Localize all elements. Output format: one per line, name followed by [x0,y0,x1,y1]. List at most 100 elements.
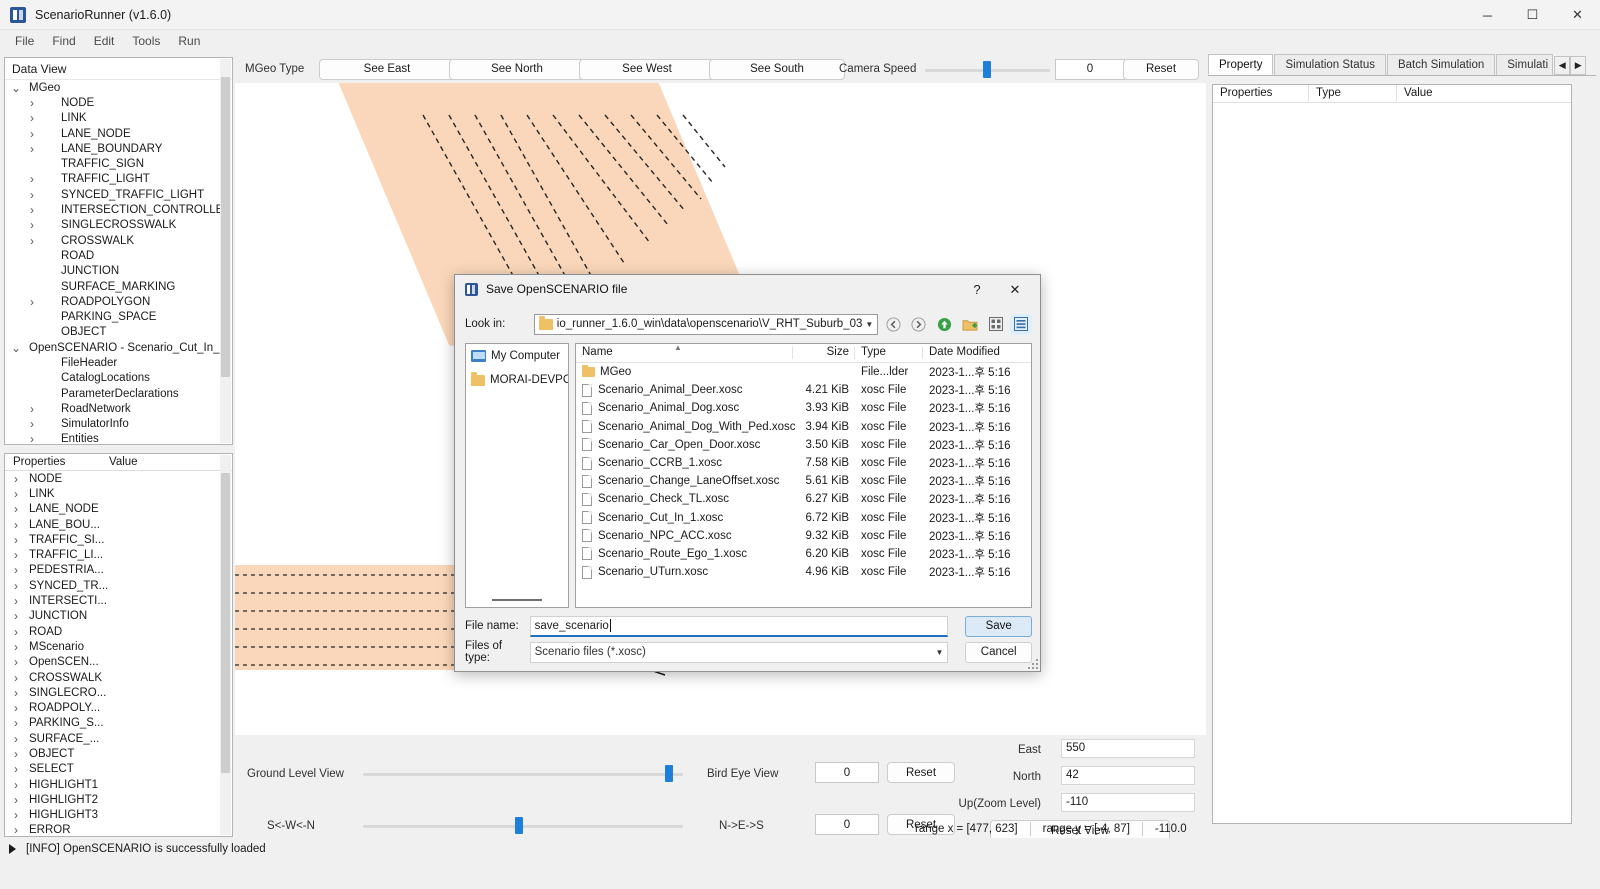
list-view-icon[interactable] [985,314,1007,335]
chevron-right-icon[interactable]: › [25,295,39,309]
chevron-right-icon[interactable]: › [9,640,23,654]
camera-speed-reset-button[interactable]: Reset [1123,59,1199,80]
new-folder-icon[interactable] [959,314,981,335]
chevron-right-icon[interactable]: › [9,686,23,700]
file-name-input[interactable]: save_scenario [530,616,949,637]
chevron-right-icon[interactable]: › [25,96,39,110]
tree-item[interactable]: OBJECT [5,325,232,340]
place-morai-devpc[interactable]: MORAI-DEVPC [466,368,568,392]
tree-item[interactable]: PARKING_SPACE [5,309,232,324]
property-row[interactable]: ›OpenSCEN... [5,655,232,670]
property-row[interactable]: ›MScenario [5,639,232,654]
chevron-right-icon[interactable]: › [9,747,23,761]
file-row[interactable]: Scenario_UTurn.xosc4.96 KiBxosc File2023… [576,563,1031,581]
minimize-button[interactable]: ─ [1465,0,1510,30]
close-button[interactable]: ✕ [1555,0,1600,30]
property-row[interactable]: ›HIGHLIGHT2 [5,792,232,807]
property-row[interactable]: ›SYNCED_TR... [5,578,232,593]
property-row[interactable]: ›OBJECT [5,746,232,761]
see-west-button[interactable]: See West [579,59,715,80]
see-south-button[interactable]: See South [709,59,845,80]
chevron-right-icon[interactable]: › [25,142,39,156]
chevron-right-icon[interactable]: › [9,671,23,685]
menu-run[interactable]: Run [169,32,209,50]
maximize-button[interactable]: ☐ [1510,0,1555,30]
property-row[interactable]: ›CROSSWALK [5,670,232,685]
file-row[interactable]: Scenario_Check_TL.xosc6.27 KiBxosc File2… [576,490,1031,508]
property-table[interactable]: Properties Type Value [1212,84,1572,824]
file-row[interactable]: Scenario_Animal_Deer.xosc4.21 KiBxosc Fi… [576,381,1031,399]
file-col-type[interactable]: Type [855,344,923,362]
properties-scrollbar[interactable] [220,455,231,835]
menu-file[interactable]: File [6,32,43,50]
ground-level-view-slider[interactable] [363,763,683,784]
property-row[interactable]: ›JUNCTION [5,609,232,624]
file-row[interactable]: MGeoFile...lder2023-1...후 5:16 [576,363,1031,381]
chevron-right-icon[interactable]: › [9,732,23,746]
file-row[interactable]: Scenario_Cut_In_1.xosc6.72 KiBxosc File2… [576,509,1031,527]
file-list[interactable]: Name▲ Size Type Date Modified MGeoFile..… [575,343,1032,608]
chevron-right-icon[interactable]: › [25,234,39,248]
chevron-right-icon[interactable]: › [25,111,39,125]
chevron-right-icon[interactable]: › [25,203,39,217]
chevron-down-icon[interactable]: ⌄ [9,85,23,91]
chevron-right-icon[interactable]: › [25,402,39,416]
nes-value[interactable]: 0 [815,814,879,835]
tree-item[interactable]: ⌄OpenSCENARIO - Scenario_Cut_In_1 [5,340,232,355]
tree-item[interactable]: ›INTERSECTION_CONTROLLER [5,202,232,217]
tree-item[interactable]: ParameterDeclarations [5,386,232,401]
chevron-right-icon[interactable]: › [9,472,23,486]
file-type-combobox[interactable]: Scenario files (*.xosc) ▼ [530,642,949,663]
tab-batch-simulation[interactable]: Batch Simulation [1387,54,1495,75]
property-row[interactable]: ›HIGHLIGHT3 [5,808,232,823]
bird-eye-view-reset-button[interactable]: Reset [887,762,955,783]
chevron-right-icon[interactable]: › [9,548,23,562]
file-row[interactable]: Scenario_Car_Open_Door.xosc3.50 KiBxosc … [576,436,1031,454]
tree-item[interactable]: ›LANE_NODE [5,126,232,141]
north-input[interactable]: 42 [1061,766,1195,785]
property-row[interactable]: ›TRAFFIC_SI... [5,532,232,547]
chevron-right-icon[interactable]: › [9,625,23,639]
tree-item[interactable]: ›SimulatorInfo [5,417,232,432]
property-row[interactable]: ›LANE_BOU... [5,517,232,532]
chevron-right-icon[interactable]: › [25,417,39,431]
tree-item[interactable]: SURFACE_MARKING [5,279,232,294]
tree-item[interactable]: ›SINGLECROSSWALK [5,218,232,233]
chevron-right-icon[interactable]: › [25,432,39,445]
tab-simulation-overflow[interactable]: Simulati [1496,54,1553,75]
chevron-right-icon[interactable]: › [9,808,23,822]
cancel-button[interactable]: Cancel [965,642,1032,663]
property-row[interactable]: ›SELECT [5,762,232,777]
tree-item[interactable]: ›LINK [5,111,232,126]
chevron-right-icon[interactable]: › [25,188,39,202]
tree-item[interactable]: JUNCTION [5,264,232,279]
menu-tools[interactable]: Tools [123,32,169,50]
chevron-right-icon[interactable]: › [25,127,39,141]
chevron-right-icon[interactable]: › [9,793,23,807]
tree-item[interactable]: ›LANE_BOUNDARY [5,141,232,156]
file-row[interactable]: Scenario_NPC_ACC.xosc9.32 KiBxosc File20… [576,527,1031,545]
file-list-rows[interactable]: MGeoFile...lder2023-1...후 5:16Scenario_A… [576,363,1031,581]
chevron-down-icon[interactable]: ▼ [865,320,873,329]
dialog-close-button[interactable]: ✕ [1004,279,1026,300]
property-row[interactable]: ›INTERSECTI... [5,593,232,608]
tab-simulation-status[interactable]: Simulation Status [1274,54,1386,75]
chevron-right-icon[interactable]: › [9,655,23,669]
file-row[interactable]: Scenario_Animal_Dog_With_Ped.xosc3.94 Ki… [576,418,1031,436]
look-in-combobox[interactable]: io_runner_1.6.0_win\data\openscenario\V_… [534,314,879,335]
chevron-down-icon[interactable]: ⌄ [9,345,23,351]
property-row[interactable]: ›PARKING_S... [5,716,232,731]
data-view-tree[interactable]: ⌄MGeo›NODE›LINK›LANE_NODE›LANE_BOUNDARYT… [5,80,232,445]
property-row[interactable]: ›HIGHLIGHT1 [5,777,232,792]
chevron-right-icon[interactable]: › [9,502,23,516]
file-col-date[interactable]: Date Modified [923,344,1023,362]
menu-find[interactable]: Find [43,32,84,50]
property-row[interactable]: ›ERROR [5,823,232,837]
menu-edit[interactable]: Edit [85,32,124,50]
chevron-right-icon[interactable]: › [9,609,23,623]
tree-item[interactable]: CatalogLocations [5,371,232,386]
tree-item[interactable]: ›RoadNetwork [5,401,232,416]
chevron-right-icon[interactable]: › [9,762,23,776]
property-row[interactable]: ›LINK [5,486,232,501]
chevron-right-icon[interactable]: › [9,533,23,547]
